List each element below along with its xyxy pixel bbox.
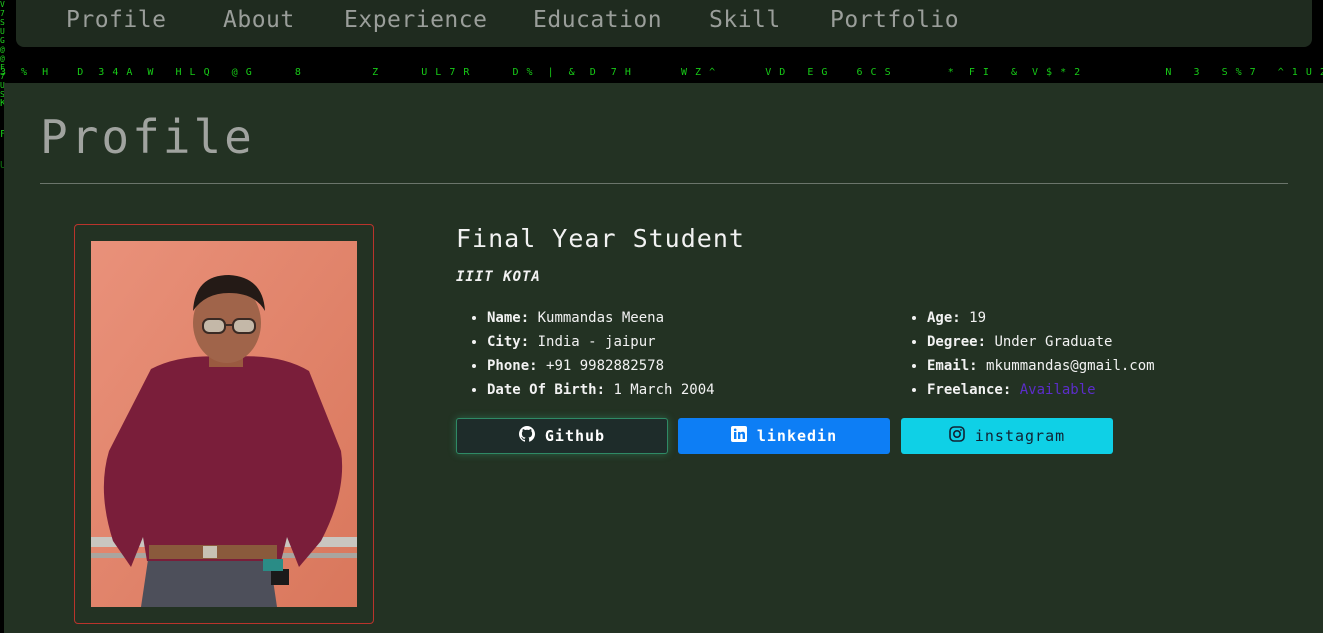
nav-item-education[interactable]: Education <box>533 7 662 33</box>
detail-value: Kummandas Meena <box>537 310 665 326</box>
detail-value: 19 <box>969 310 987 326</box>
profile-photo <box>91 241 357 607</box>
detail-key: City: <box>487 334 530 350</box>
detail-key: Date Of Birth: <box>487 382 606 398</box>
detail-item-dob: Date Of Birth: 1 March 2004 <box>487 378 715 402</box>
detail-item-name: Name: Kummandas Meena <box>487 306 715 330</box>
details-list-right: Age: 19 Degree: Under Graduate Email: mk… <box>897 306 1155 402</box>
instagram-button[interactable]: instagram <box>901 418 1113 454</box>
nav-item-profile[interactable]: Profile <box>66 7 166 33</box>
detail-key: Degree: <box>927 334 987 350</box>
page-title: Profile <box>40 110 255 164</box>
detail-key: Freelance: <box>927 382 1012 398</box>
detail-value: 1 March 2004 <box>613 382 715 398</box>
detail-value: India - jaipur <box>537 334 656 350</box>
instagram-label: instagram <box>974 427 1066 445</box>
detail-key: Age: <box>927 310 961 326</box>
detail-item-freelance: Freelance: Available <box>927 378 1155 402</box>
detail-key: Phone: <box>487 358 538 374</box>
detail-item-city: City: India - jaipur <box>487 330 715 354</box>
detail-key: Name: <box>487 310 530 326</box>
profile-photo-frame <box>74 224 374 624</box>
detail-item-degree: Degree: Under Graduate <box>927 330 1155 354</box>
nav-item-about[interactable]: About <box>223 7 295 33</box>
details-list-left: Name: Kummandas Meena City: India - jaip… <box>457 306 715 402</box>
linkedin-icon <box>730 426 747 446</box>
detail-item-age: Age: 19 <box>927 306 1155 330</box>
detail-item-email: Email: mkummandas@gmail.com <box>927 354 1155 378</box>
nav-item-portfolio[interactable]: Portfolio <box>830 7 959 33</box>
detail-value: +91 9982882578 <box>546 358 665 374</box>
top-navigation: Profile About Experience Education Skill… <box>16 0 1312 47</box>
github-icon <box>518 426 535 446</box>
linkedin-label: linkedin <box>756 427 838 445</box>
nav-item-experience[interactable]: Experience <box>344 7 487 33</box>
detail-item-phone: Phone: +91 9982882578 <box>487 354 715 378</box>
profile-section: Profile Final Year Student IIIT KOTA • N… <box>4 83 1323 633</box>
detail-value: mkummandas@gmail.com <box>986 358 1155 374</box>
detail-key: Email: <box>927 358 978 374</box>
github-label: Github <box>544 427 606 445</box>
availability-status: Available <box>1019 382 1096 398</box>
nav-item-skill[interactable]: Skill <box>709 7 781 33</box>
linkedin-button[interactable]: linkedin <box>678 418 890 454</box>
role-heading: Final Year Student <box>456 224 745 253</box>
detail-value: Under Graduate <box>994 334 1113 350</box>
github-button[interactable]: Github <box>456 418 668 454</box>
instagram-icon <box>949 426 965 446</box>
organization-label: IIIT KOTA <box>456 269 541 285</box>
title-divider <box>40 183 1288 184</box>
